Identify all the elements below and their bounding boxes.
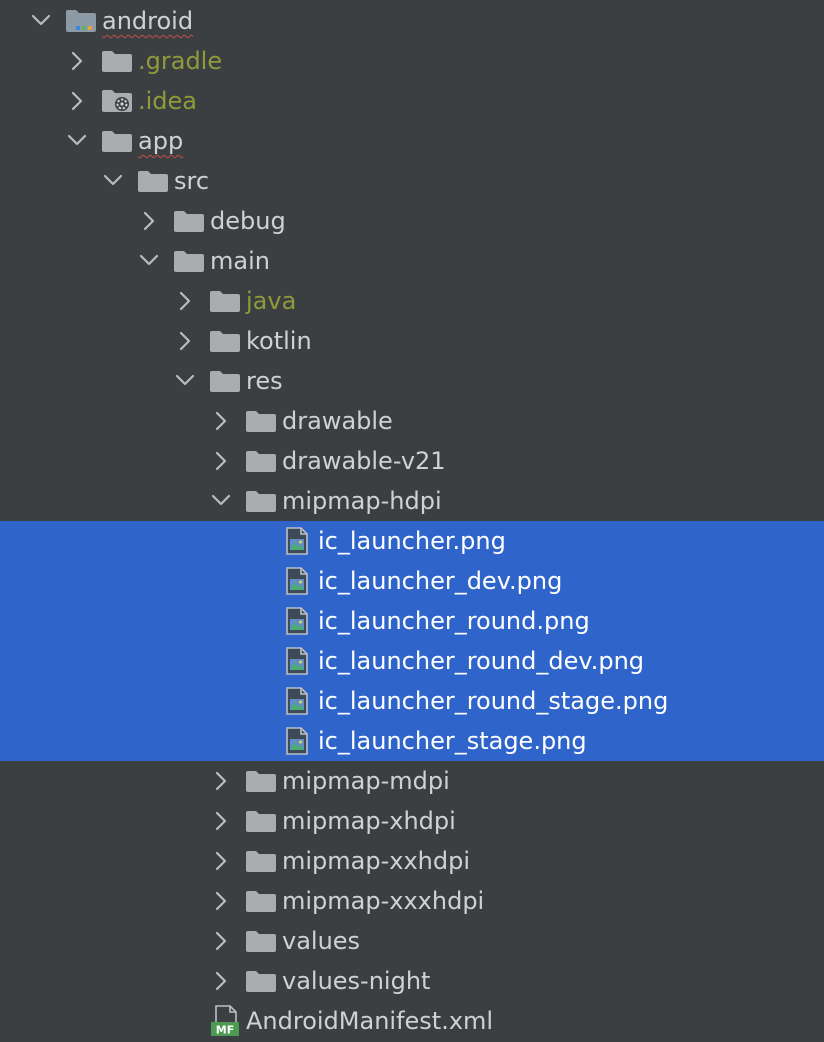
tree-row-ic-launcher-round-dev-png[interactable]: ic_launcher_round_dev.png bbox=[0, 641, 824, 681]
tree-row-app[interactable]: app bbox=[0, 121, 824, 161]
tree-item-label: java bbox=[246, 287, 297, 315]
chevron-down-icon[interactable] bbox=[66, 121, 88, 161]
tree-item-label: .idea bbox=[138, 87, 198, 115]
tree-row-ic-launcher-round-png[interactable]: ic_launcher_round.png bbox=[0, 601, 824, 641]
tree-row-androidmanifest-xml[interactable]: MF AndroidManifest.xml bbox=[0, 1001, 824, 1041]
svg-text:MF: MF bbox=[216, 1024, 234, 1037]
tree-item-label: debug bbox=[210, 207, 286, 235]
tree-row-ic-launcher-round-stage-png[interactable]: ic_launcher_round_stage.png bbox=[0, 681, 824, 721]
chevron-down-icon[interactable] bbox=[138, 241, 160, 281]
folder-icon bbox=[244, 841, 278, 881]
folder-icon bbox=[100, 41, 134, 81]
tree-row-ic-launcher-stage-png[interactable]: ic_launcher_stage.png bbox=[0, 721, 824, 761]
tree-item-label: ic_launcher_dev.png bbox=[318, 567, 563, 595]
chevron-right-icon[interactable] bbox=[66, 41, 88, 81]
folder-icon bbox=[244, 801, 278, 841]
folder-icon bbox=[172, 241, 206, 281]
tree-row-values-night[interactable]: values-night bbox=[0, 961, 824, 1001]
image-file-icon bbox=[280, 681, 314, 721]
chevron-right-icon[interactable] bbox=[210, 401, 232, 441]
tree-row-mipmap-hdpi[interactable]: mipmap-hdpi bbox=[0, 481, 824, 521]
tree-row-ic-launcher-dev-png[interactable]: ic_launcher_dev.png bbox=[0, 561, 824, 601]
folder-icon bbox=[244, 921, 278, 961]
chevron-right-icon[interactable] bbox=[66, 81, 88, 121]
folder-icon bbox=[136, 161, 170, 201]
tree-row-mipmap-xhdpi[interactable]: mipmap-xhdpi bbox=[0, 801, 824, 841]
tree-item-label: ic_launcher_round.png bbox=[318, 607, 590, 635]
tree-row-gradle[interactable]: .gradle bbox=[0, 41, 824, 81]
tree-row-java[interactable]: java bbox=[0, 281, 824, 321]
chevron-right-icon[interactable] bbox=[210, 881, 232, 921]
image-file-icon bbox=[280, 641, 314, 681]
chevron-down-icon[interactable] bbox=[174, 361, 196, 401]
tree-row-mipmap-xxxhdpi[interactable]: mipmap-xxxhdpi bbox=[0, 881, 824, 921]
tree-item-label: src bbox=[174, 167, 210, 195]
chevron-down-icon[interactable] bbox=[210, 481, 232, 521]
chevron-right-icon[interactable] bbox=[174, 321, 196, 361]
chevron-right-icon[interactable] bbox=[210, 921, 232, 961]
tree-item-label: mipmap-mdpi bbox=[282, 767, 450, 795]
folder-icon bbox=[244, 401, 278, 441]
tree-row-main[interactable]: main bbox=[0, 241, 824, 281]
tree-row-drawable-v21[interactable]: drawable-v21 bbox=[0, 441, 824, 481]
folder-icon bbox=[244, 881, 278, 921]
chevron-right-icon[interactable] bbox=[210, 801, 232, 841]
tree-item-label: mipmap-xhdpi bbox=[282, 807, 456, 835]
image-file-icon bbox=[280, 561, 314, 601]
tree-item-label: .gradle bbox=[138, 47, 223, 75]
image-file-icon bbox=[280, 721, 314, 761]
image-file-icon bbox=[280, 521, 314, 561]
tree-item-label: ic_launcher_round_stage.png bbox=[318, 687, 669, 715]
chevron-right-icon[interactable] bbox=[174, 281, 196, 321]
tree-item-label: drawable-v21 bbox=[282, 447, 446, 475]
manifest-file-icon: MF bbox=[208, 1001, 242, 1041]
tree-item-label: mipmap-hdpi bbox=[282, 487, 442, 515]
folder-icon bbox=[100, 121, 134, 161]
tree-row-mipmap-xxhdpi[interactable]: mipmap-xxhdpi bbox=[0, 841, 824, 881]
tree-item-label: res bbox=[246, 367, 283, 395]
idea-folder-icon bbox=[100, 81, 134, 121]
folder-icon bbox=[244, 441, 278, 481]
tree-item-label: kotlin bbox=[246, 327, 312, 355]
folder-icon bbox=[208, 361, 242, 401]
tree-item-label: ic_launcher_round_dev.png bbox=[318, 647, 645, 675]
folder-icon bbox=[244, 761, 278, 801]
tree-row-idea[interactable]: .idea bbox=[0, 81, 824, 121]
chevron-right-icon[interactable] bbox=[210, 441, 232, 481]
tree-item-label: mipmap-xxxhdpi bbox=[282, 887, 485, 915]
tree-row-android[interactable]: android bbox=[0, 1, 824, 41]
folder-icon bbox=[208, 281, 242, 321]
chevron-right-icon[interactable] bbox=[210, 761, 232, 801]
tree-item-label: values bbox=[282, 927, 361, 955]
tree-item-label: android bbox=[102, 7, 194, 35]
chevron-down-icon[interactable] bbox=[102, 161, 124, 201]
chevron-down-icon[interactable] bbox=[30, 1, 52, 41]
tree-row-res[interactable]: res bbox=[0, 361, 824, 401]
tree-item-label: AndroidManifest.xml bbox=[246, 1007, 494, 1035]
tree-item-label: values-night bbox=[282, 967, 431, 995]
tree-row-values[interactable]: values bbox=[0, 921, 824, 961]
module-folder-icon bbox=[64, 1, 98, 41]
tree-item-label: ic_launcher.png bbox=[318, 527, 506, 555]
chevron-right-icon[interactable] bbox=[210, 961, 232, 1001]
tree-row-mipmap-mdpi[interactable]: mipmap-mdpi bbox=[0, 761, 824, 801]
project-tree: android .gradle .idea app src debug main java ko… bbox=[0, 0, 824, 1042]
chevron-right-icon[interactable] bbox=[138, 201, 160, 241]
tree-item-label: mipmap-xxhdpi bbox=[282, 847, 471, 875]
tree-row-ic-launcher-png[interactable]: ic_launcher.png bbox=[0, 521, 824, 561]
tree-row-drawable[interactable]: drawable bbox=[0, 401, 824, 441]
tree-row-kotlin[interactable]: kotlin bbox=[0, 321, 824, 361]
folder-icon bbox=[172, 201, 206, 241]
folder-icon bbox=[244, 481, 278, 521]
tree-row-debug[interactable]: debug bbox=[0, 201, 824, 241]
tree-row-src[interactable]: src bbox=[0, 161, 824, 201]
tree-item-label: drawable bbox=[282, 407, 393, 435]
tree-item-label: ic_launcher_stage.png bbox=[318, 727, 587, 755]
chevron-right-icon[interactable] bbox=[210, 841, 232, 881]
tree-item-label: main bbox=[210, 247, 270, 275]
folder-icon bbox=[244, 961, 278, 1001]
tree-item-label: app bbox=[138, 127, 184, 155]
image-file-icon bbox=[280, 601, 314, 641]
folder-icon bbox=[208, 321, 242, 361]
